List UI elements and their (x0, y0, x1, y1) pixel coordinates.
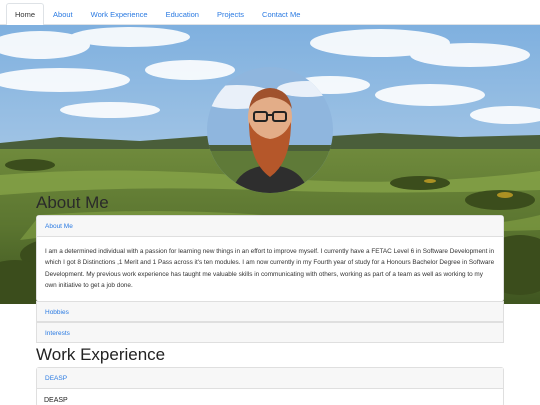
top-navbar: Home About Work Experience Education Pro… (0, 0, 540, 25)
about-card-text: I am a determined individual with a pass… (45, 248, 495, 289)
accordion-hobbies[interactable]: Hobbies (36, 301, 504, 322)
work-card-header[interactable]: DEASP (37, 368, 503, 389)
work-section-title: Work Experience (36, 345, 166, 364)
work-card-heading: DEASP (44, 397, 68, 404)
nav-tab-projects[interactable]: Projects (208, 3, 253, 25)
work-card: DEASP (36, 367, 504, 405)
nav-tab-education[interactable]: Education (157, 3, 208, 25)
profile-photo (207, 67, 333, 193)
accordion-interests[interactable]: Interests (36, 322, 504, 343)
nav-tab-about[interactable]: About (44, 3, 82, 25)
about-card-header[interactable]: About Me (37, 216, 503, 237)
nav-tab-home[interactable]: Home (6, 3, 45, 25)
nav-tab-work-experience[interactable]: Work Experience (82, 3, 157, 25)
about-section-title: About Me (36, 193, 109, 212)
nav-tab-contact-me[interactable]: Contact Me (253, 3, 309, 25)
about-card: About Me I am a determined individual wi… (36, 215, 504, 303)
